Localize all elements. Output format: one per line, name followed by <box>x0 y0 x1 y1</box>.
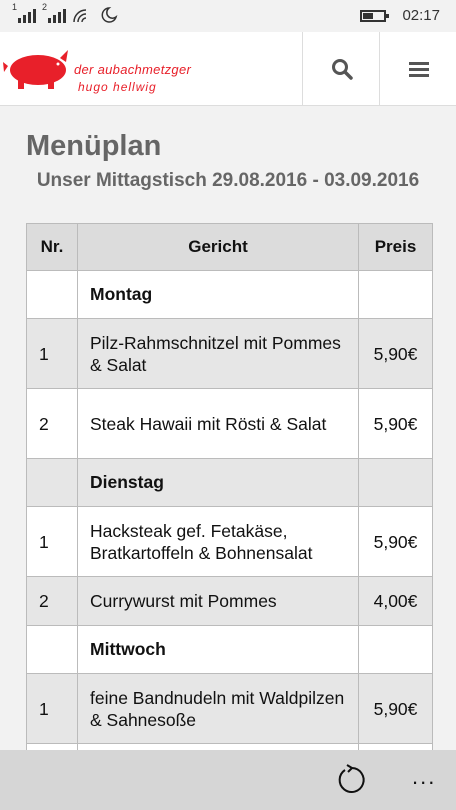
hamburger-menu-icon <box>408 62 429 77</box>
table-row: 1 Pilz-Rahmschnitzel mit Pommes & Salat … <box>26 318 433 389</box>
status-bar: 1 2 02:17 <box>0 0 456 32</box>
page-subtitle: Unser Mittagstisch 29.08.2016 - 03.09.20… <box>36 170 420 191</box>
cell-nr: 1 <box>26 318 78 389</box>
logo-text-owner: hugo hellwig <box>78 80 157 94</box>
cell-price: 5,90€ <box>358 506 433 577</box>
table-row-day: Dienstag <box>26 458 433 507</box>
table-row: 1 feine Bandnudeln mit Waldpilzen & Sahn… <box>26 673 433 744</box>
cell-price <box>358 458 433 507</box>
cell-price: 5,90€ <box>358 673 433 744</box>
cell-day: Montag <box>77 270 359 319</box>
signal-icon-1 <box>14 6 38 26</box>
cell-price <box>358 270 433 319</box>
quiet-hours-icon <box>100 6 118 26</box>
column-header-nr: Nr. <box>26 223 78 271</box>
sim-number-2: 2 <box>42 2 48 12</box>
column-header-preis: Preis <box>358 223 433 271</box>
cell-price <box>358 625 433 674</box>
site-header: der aubachmetzger hugo hellwig <box>0 32 456 106</box>
cell-nr <box>26 625 78 674</box>
column-header-gericht: Gericht <box>77 223 359 271</box>
cell-dish: Currywurst mit Pommes <box>77 576 359 626</box>
wifi-icon <box>70 6 92 26</box>
logo-text-name: der aubachmetzger <box>74 62 192 77</box>
pig-logo-icon <box>3 50 68 89</box>
search-button[interactable] <box>302 32 380 106</box>
cell-nr: 2 <box>26 388 78 459</box>
main-content: Menüplan Unser Mittagstisch 29.08.2016 -… <box>0 106 456 750</box>
table-row: 2 Currywurst mit Pommes 4,00€ <box>26 576 433 626</box>
cell-dish: Steak Hawaii mit Rösti & Salat <box>77 388 359 459</box>
sim-number-1: 1 <box>12 2 18 12</box>
cell-price: 5,90€ <box>358 318 433 389</box>
cell-nr: 2 <box>26 576 78 626</box>
logo[interactable]: der aubachmetzger hugo hellwig <box>2 44 302 94</box>
cell-dish: Pilz-Rahmschnitzel mit Pommes & Salat <box>77 318 359 389</box>
clock: 02:17 <box>402 7 440 24</box>
search-icon <box>331 59 353 80</box>
battery-icon <box>360 10 389 22</box>
table-row: 2 Steak Hawaii mit Rösti & Salat 5,90€ <box>26 388 433 459</box>
table-header-row: Nr. Gericht Preis <box>26 223 433 271</box>
cell-day: Mittwoch <box>77 625 359 674</box>
cell-price: 4,00€ <box>358 576 433 626</box>
app-bar: ... <box>0 750 456 810</box>
refresh-icon <box>338 764 365 793</box>
table-row: 1 Hacksteak gef. Fetakäse, Bratkartoffel… <box>26 506 433 577</box>
table-row-day: Mittwoch <box>26 625 433 674</box>
more-button[interactable]: ... <box>412 764 436 790</box>
signal-icon-2 <box>44 6 68 26</box>
cell-nr <box>26 270 78 319</box>
table-row-day: Montag <box>26 270 433 319</box>
refresh-button[interactable] <box>336 764 368 796</box>
cell-dish: feine Bandnudeln mit Waldpilzen & Sahnes… <box>77 673 359 744</box>
cell-nr: 1 <box>26 506 78 577</box>
page-title: Menüplan <box>26 130 162 162</box>
cell-dish: Hacksteak gef. Fetakäse, Bratkartoffeln … <box>77 506 359 577</box>
cell-price: 5,90€ <box>358 388 433 459</box>
cell-nr <box>26 458 78 507</box>
cell-nr: 1 <box>26 673 78 744</box>
menu-table: Nr. Gericht Preis Montag 1 Pilz-Rahmschn… <box>26 223 433 750</box>
menu-button[interactable] <box>379 32 456 106</box>
cell-day: Dienstag <box>77 458 359 507</box>
